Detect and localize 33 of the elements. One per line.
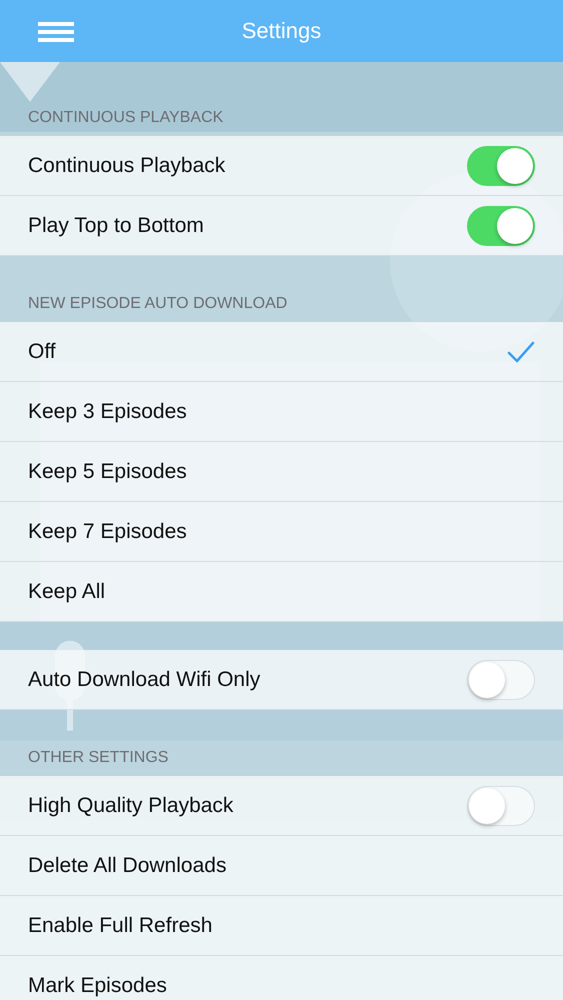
toggle-switch[interactable] bbox=[467, 786, 535, 826]
row-label: Keep 5 Episodes bbox=[28, 460, 187, 484]
section-header: OTHER SETTINGS bbox=[28, 749, 168, 767]
row-label: Off bbox=[28, 340, 56, 364]
settings-row[interactable]: Keep 3 Episodes bbox=[0, 382, 563, 442]
row-label: Play Top to Bottom bbox=[28, 214, 204, 238]
row-label: Keep 7 Episodes bbox=[28, 520, 187, 544]
menu-icon[interactable] bbox=[38, 22, 74, 42]
row-label: Auto Download Wifi Only bbox=[28, 668, 260, 692]
settings-row[interactable]: Keep 5 Episodes bbox=[0, 442, 563, 502]
row-label: Keep All bbox=[28, 580, 106, 604]
settings-row[interactable]: Play Top to Bottom bbox=[0, 196, 563, 256]
settings-row[interactable]: Off bbox=[0, 322, 563, 382]
settings-row[interactable]: Delete All Downloads bbox=[0, 836, 563, 896]
section-header: NEW EPISODE AUTO DOWNLOAD bbox=[28, 295, 288, 313]
row-label: Delete All Downloads bbox=[28, 854, 226, 878]
row-label: Keep 3 Episodes bbox=[28, 400, 187, 424]
toggle-switch[interactable] bbox=[467, 206, 535, 246]
row-label: Continuous Playback bbox=[28, 154, 226, 178]
settings-row[interactable]: High Quality Playback bbox=[0, 776, 563, 836]
settings-row[interactable]: Keep 7 Episodes bbox=[0, 502, 563, 562]
row-label: Mark Episodes bbox=[28, 974, 167, 998]
toggle-switch[interactable] bbox=[467, 660, 535, 700]
settings-row[interactable]: Keep All bbox=[0, 562, 563, 622]
settings-row[interactable]: Auto Download Wifi Only bbox=[0, 650, 563, 710]
row-label: Enable Full Refresh bbox=[28, 914, 212, 938]
section-header: CONTINUOUS PLAYBACK bbox=[28, 109, 224, 127]
settings-row[interactable]: Enable Full Refresh bbox=[0, 896, 563, 956]
toggle-switch[interactable] bbox=[467, 146, 535, 186]
settings-row[interactable]: Mark Episodes bbox=[0, 956, 563, 1000]
row-label: High Quality Playback bbox=[28, 794, 234, 818]
screen-title: Settings bbox=[242, 18, 322, 44]
settings-row[interactable]: Continuous Playback bbox=[0, 136, 563, 196]
